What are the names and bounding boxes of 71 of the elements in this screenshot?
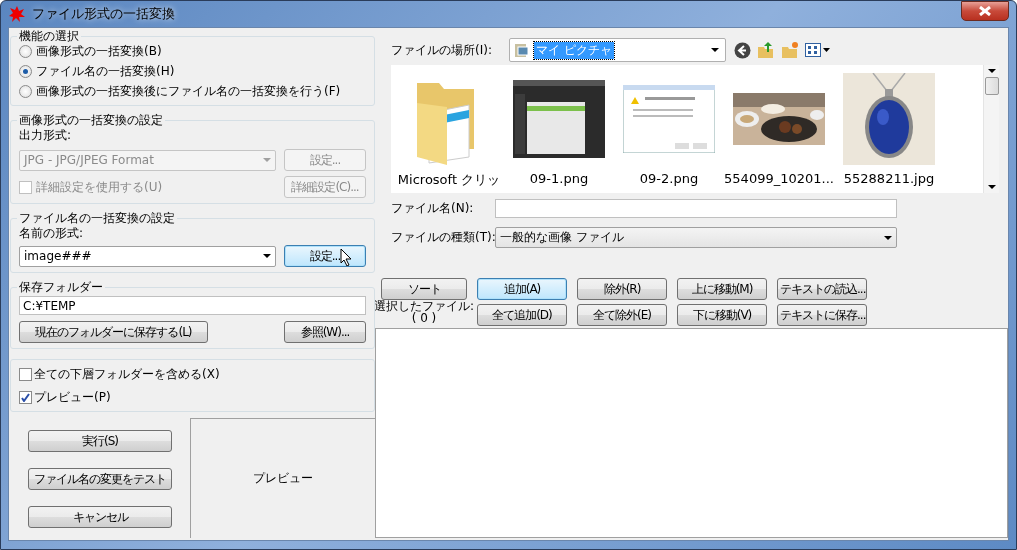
- field-label: ファイルの場所(I):: [391, 41, 493, 59]
- dropdown-arrow-icon: [263, 254, 271, 258]
- dropdown-arrow-icon: [987, 185, 996, 189]
- radio-button[interactable]: [19, 45, 32, 58]
- dropdown-arrow-icon: [884, 235, 892, 240]
- field-label: 出力形式:: [19, 127, 73, 144]
- action-button[interactable]: キャンセル: [28, 506, 172, 528]
- file-name: 554099_10201...: [724, 171, 834, 186]
- settings-button[interactable]: 設定...: [284, 245, 366, 267]
- field-label: ファイルの種類(T):: [391, 229, 495, 246]
- file-name: 09-2.png: [639, 171, 699, 186]
- close-button[interactable]: [961, 1, 1009, 21]
- app-icon: [8, 5, 26, 23]
- list-button[interactable]: 下に移動(V): [677, 304, 767, 326]
- file-item[interactable]: 09-1.png: [507, 73, 611, 193]
- action-button[interactable]: 実行(S): [28, 430, 172, 452]
- view-menu-icon[interactable]: [805, 43, 831, 57]
- name-format-dropdown[interactable]: image###: [19, 245, 276, 267]
- preview-label: プレビュー: [253, 470, 313, 487]
- radio-label: 画像形式の一括変換(B): [36, 43, 162, 60]
- scrollbar-thumb[interactable]: [984, 77, 999, 95]
- checkbox-label: プレビュー(P): [34, 389, 111, 406]
- window-title: ファイル形式の一括変換: [32, 5, 175, 23]
- group-title: 機能の選択: [17, 29, 81, 43]
- checkbox[interactable]: [19, 368, 32, 381]
- list-button[interactable]: 全て追加(D): [477, 304, 567, 326]
- file-type-dropdown[interactable]: 一般的な画像 ファイル: [495, 227, 897, 248]
- file-name: 09-1.png: [529, 171, 589, 186]
- dropdown-arrow-icon: [711, 48, 719, 52]
- list-button[interactable]: ソート: [381, 278, 467, 300]
- list-button[interactable]: テキストの読込...: [777, 278, 867, 300]
- close-icon: [979, 6, 991, 16]
- file-item[interactable]: 554099_10201...: [727, 73, 831, 193]
- radio-button[interactable]: [19, 65, 32, 78]
- dropdown-arrow-icon: [987, 69, 996, 73]
- back-icon[interactable]: [734, 41, 751, 59]
- file-name-field[interactable]: [495, 199, 897, 218]
- list-button[interactable]: 追加(A): [477, 278, 567, 300]
- list-button[interactable]: 上に移動(M): [677, 278, 767, 300]
- group-title: 画像形式の一括変換の設定: [17, 113, 165, 127]
- file-name: 55288211.jpg: [843, 171, 935, 186]
- file-item[interactable]: 55288211.jpg: [837, 73, 941, 193]
- checkbox-label: 詳細設定を使用する(U): [36, 178, 164, 196]
- checkbox-label: 全ての下層フォルダーを含める(X): [34, 366, 220, 383]
- file-name: Microsoft クリッ: [397, 171, 501, 189]
- checkmark-icon: [21, 393, 30, 402]
- field-label: ファイル名(N):: [391, 200, 475, 217]
- radio-button[interactable]: [19, 85, 32, 98]
- location-value: マイ ピクチャ: [534, 41, 614, 59]
- folder-path-field[interactable]: C:¥TEMP: [19, 296, 366, 315]
- radio-label: ファイル名の一括変換(H): [36, 63, 175, 80]
- list-button[interactable]: テキストに保存...: [777, 304, 867, 326]
- selected-files-label: 選択したファイル:: [374, 300, 475, 312]
- radio-label: 画像形式の一括変換後にファイル名の一括変換を行う(F): [36, 83, 341, 100]
- group-title: 保存フォルダー: [17, 280, 105, 294]
- browse-button[interactable]: 参照(W)...: [284, 321, 366, 343]
- file-item[interactable]: Microsoft クリッ: [397, 73, 501, 193]
- group-title: ファイル名の一括変換の設定: [17, 211, 177, 225]
- mouse-pointer-icon: [340, 248, 352, 266]
- file-item[interactable]: 09-2.png: [617, 73, 721, 193]
- pictures-folder-icon: [514, 42, 530, 58]
- selected-files-count: ( 0 ): [411, 312, 437, 324]
- list-button[interactable]: 除外(R): [577, 278, 667, 300]
- checkbox[interactable]: [19, 391, 32, 404]
- up-folder-icon[interactable]: [757, 41, 775, 59]
- save-to-current-folder-button[interactable]: 現在のフォルダーに保存する(L): [19, 321, 208, 343]
- list-button[interactable]: 全て除外(E): [577, 304, 667, 326]
- new-folder-icon[interactable]: [781, 41, 799, 59]
- dropdown-arrow-icon: [263, 158, 271, 162]
- action-button[interactable]: ファイル名の変更をテスト: [28, 468, 172, 490]
- field-label: 名前の形式:: [19, 225, 85, 242]
